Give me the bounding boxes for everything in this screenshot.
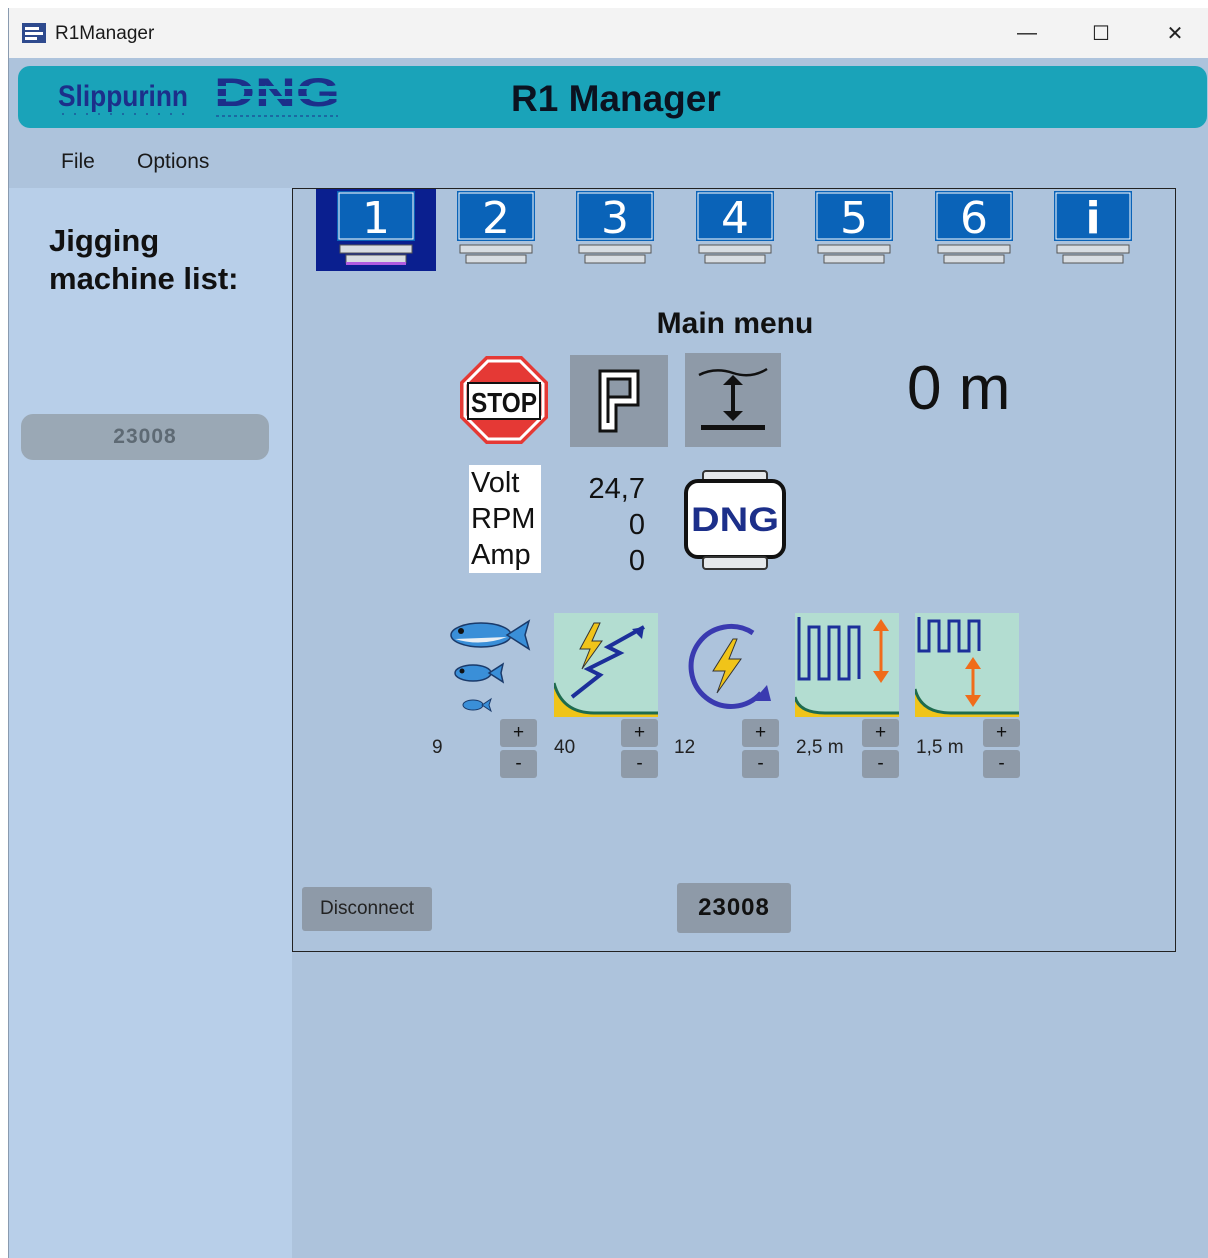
window-title: R1Manager [55, 23, 155, 44]
sidebar-title: Jigging machine list: [49, 223, 239, 296]
pull-strength-icon[interactable] [552, 613, 658, 717]
tab-4[interactable]: 4 [695, 189, 775, 271]
tab-6-label: 6 [960, 193, 988, 244]
tab-1[interactable]: 1 [316, 189, 436, 271]
menu-file[interactable]: File [61, 150, 95, 174]
rpm-value: 0 [628, 509, 645, 541]
title-bar: R1Manager — ☐ ✕ [9, 8, 1208, 58]
tab-3[interactable]: 3 [575, 189, 655, 271]
tab-6[interactable]: 6 [934, 189, 1014, 271]
speed-cycle-plus-button[interactable]: + [742, 719, 779, 747]
stop-sign-icon: STOP [460, 356, 548, 444]
dng-machine-label: DNG [691, 501, 779, 539]
tab-info-label: i [1085, 193, 1100, 244]
distance-readout: 0 m [907, 354, 1011, 423]
speed-cycle-icon[interactable] [675, 613, 779, 717]
header-banner: Slippurinn DNG R1 Manager [18, 66, 1207, 128]
menu-options[interactable]: Options [137, 150, 209, 174]
jig-depth-value: 2,5 m [796, 737, 844, 758]
sidebar: Jigging machine list: 23008 [9, 188, 292, 1258]
tab-3-label: 3 [601, 193, 629, 244]
fish-size-plus-button[interactable]: + [500, 719, 537, 747]
dng-machine-icon: DNG [684, 470, 786, 570]
slippurinn-logo: Slippurinn [58, 80, 188, 115]
tab-4-label: 4 [721, 193, 749, 244]
pull-strength-plus-button[interactable]: + [621, 719, 658, 747]
dng-machine-button[interactable]: DNG [683, 469, 787, 573]
tab-1-label: 1 [362, 193, 390, 244]
dng-logo-text: DNG [214, 74, 340, 115]
dng-logo: DNG [212, 74, 344, 117]
fish-size-minus-button[interactable]: - [500, 750, 537, 778]
fish-size-value: 9 [432, 737, 443, 758]
jig-step-plus-button[interactable]: + [983, 719, 1020, 747]
volt-value: 24,7 [588, 473, 645, 505]
main-panel: 1 2 3 4 5 6 i Main menu STOP 0 m Volt RP… [292, 188, 1176, 952]
main-menu-title: Main menu [656, 307, 814, 340]
minimize-button[interactable]: — [1007, 18, 1047, 48]
jig-depth-minus-button[interactable]: - [862, 750, 899, 778]
jig-step-icon[interactable] [913, 613, 1019, 717]
label-amp: Amp [471, 539, 531, 571]
fish-size-icon[interactable] [433, 613, 537, 717]
slippurinn-logo-text: Slippurinn [58, 80, 188, 113]
machine-list-item[interactable]: 23008 [21, 414, 269, 460]
stop-label: STOP [471, 387, 537, 418]
tab-2-label: 2 [482, 193, 510, 244]
tab-5-label: 5 [840, 193, 868, 244]
speed-cycle-minus-button[interactable]: - [742, 750, 779, 778]
maximize-button[interactable]: ☐ [1081, 18, 1121, 48]
close-button[interactable]: ✕ [1155, 18, 1195, 48]
park-button[interactable] [570, 355, 668, 447]
park-icon [598, 369, 640, 433]
tab-2[interactable]: 2 [456, 189, 536, 271]
depth-set-button[interactable] [685, 353, 781, 447]
label-volt: Volt [471, 467, 520, 499]
app-icon [22, 23, 46, 43]
label-rpm: RPM [471, 503, 536, 535]
jig-step-minus-button[interactable]: - [983, 750, 1020, 778]
pull-strength-value: 40 [554, 737, 576, 758]
stop-button[interactable]: STOP [456, 353, 552, 447]
jig-depth-plus-button[interactable]: + [862, 719, 899, 747]
banner-title: R1 Manager [511, 78, 721, 119]
readings-labels: Volt RPM Amp [469, 465, 541, 573]
tab-5[interactable]: 5 [814, 189, 894, 271]
tab-info[interactable]: i [1053, 189, 1133, 271]
depth-arrow-icon [698, 367, 768, 430]
app-window: R1Manager — ☐ ✕ Slippurinn DNG R1 Manage… [8, 8, 1208, 1258]
jig-step-value: 1,5 m [916, 737, 964, 758]
amp-value: 0 [628, 545, 645, 577]
speed-cycle-value: 12 [674, 737, 696, 758]
menu-bar: File Options [9, 138, 1208, 188]
disconnect-button[interactable]: Disconnect [302, 887, 432, 931]
machine-id-badge: 23008 [677, 883, 791, 933]
jig-depth-icon[interactable] [793, 613, 899, 717]
pull-strength-minus-button[interactable]: - [621, 750, 658, 778]
